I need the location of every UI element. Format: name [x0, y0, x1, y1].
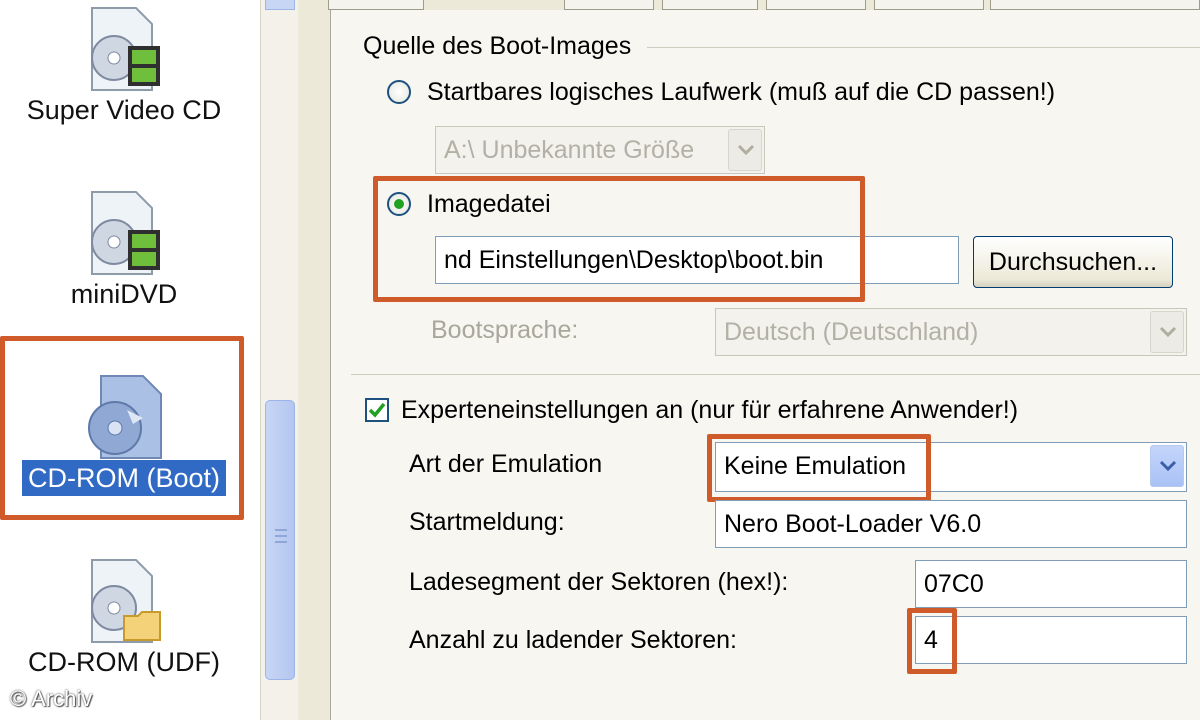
sidebar-scrollbar[interactable]	[260, 0, 298, 720]
type-item-cd-rom-udf[interactable]: CD-ROM (UDF)	[0, 558, 248, 680]
tab-4[interactable]	[662, 0, 758, 10]
tab-5[interactable]	[766, 0, 866, 10]
type-label: Super Video CD	[26, 95, 222, 125]
chevron-down-icon	[1150, 311, 1184, 353]
start-message-input[interactable]: Nero Boot-Loader V6.0	[715, 500, 1187, 548]
video-cd-icon	[91, 7, 160, 91]
boot-language-label: Bootsprache:	[431, 314, 578, 346]
type-item-super-video-cd[interactable]: Super Video CD	[0, 6, 248, 128]
tab-6[interactable]	[874, 0, 984, 10]
boot-language-value: Deutsch (Deutschland)	[724, 318, 979, 346]
boot-source-group-title: Quelle des Boot-Images	[363, 32, 632, 60]
chevron-down-icon	[728, 129, 762, 171]
tab-1[interactable]	[328, 0, 424, 10]
type-item-minidvd[interactable]: miniDVD	[0, 190, 248, 312]
image-file-highlight-frame	[373, 176, 865, 302]
sector-count-label: Anzahl zu ladender Sektoren:	[409, 626, 737, 654]
group-divider	[647, 47, 1200, 48]
expert-settings-label: Experteneinstellungen an (nur für erfahr…	[401, 396, 1019, 424]
load-segment-input[interactable]: 07C0	[915, 560, 1187, 608]
start-message-label: Startmeldung:	[409, 508, 565, 536]
boot-language-text: Bootsprache:	[431, 316, 579, 344]
type-label: miniDVD	[70, 279, 178, 309]
copyright-watermark: © Archiv	[10, 686, 93, 711]
drive-option-label: Startbares logisches Laufwerk (muß auf d…	[427, 78, 1056, 106]
boot-settings-panel: Quelle des Boot-Images Startbares logisc…	[330, 10, 1200, 720]
checkmark-icon	[368, 402, 386, 418]
drive-option-radio[interactable]	[387, 80, 411, 104]
selection-highlight-frame	[0, 336, 244, 520]
load-segment-label: Ladesegment der Sektoren (hex!):	[409, 568, 789, 596]
project-type-list: Super Video CD miniDVD CD-ROM (Boot) CD-…	[0, 0, 260, 720]
emulation-highlight-frame	[707, 434, 931, 502]
scroll-thumb[interactable]	[265, 400, 295, 680]
section-divider	[351, 374, 1200, 375]
scroll-grip-icon	[275, 529, 287, 543]
browse-button[interactable]: Durchsuchen...	[973, 236, 1173, 288]
video-disc-icon	[91, 191, 160, 275]
boot-language-select[interactable]: Deutsch (Deutschland)	[715, 308, 1187, 356]
drive-select[interactable]: A:\ Unbekannte Größe	[435, 126, 765, 174]
tab-strip	[300, 0, 1200, 10]
scroll-up-button[interactable]	[265, 0, 295, 10]
expert-settings-checkbox[interactable]	[365, 398, 389, 422]
drive-select-value: A:\ Unbekannte Größe	[444, 136, 695, 164]
sector-count-highlight-frame	[907, 608, 957, 674]
data-cd-folder-icon	[91, 559, 161, 643]
chevron-down-icon	[1150, 445, 1184, 487]
emulation-label: Art der Emulation	[409, 450, 603, 478]
type-label: CD-ROM (UDF)	[28, 647, 220, 677]
tab-3[interactable]	[564, 0, 654, 10]
tab-7[interactable]	[990, 0, 1200, 10]
